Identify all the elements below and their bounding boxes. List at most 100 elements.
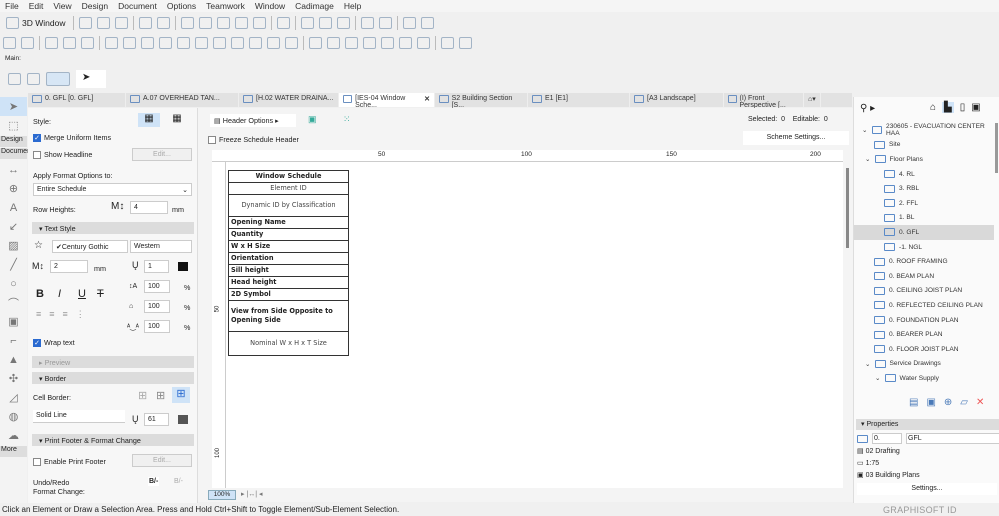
line-tool-icon[interactable]: ╱ (0, 255, 27, 274)
gravity-icon[interactable] (141, 36, 154, 49)
document-section[interactable]: Documer (0, 148, 29, 159)
dynamic-id-cell[interactable]: Dynamic ID by Classification (228, 194, 349, 217)
properties-section[interactable]: ▾ Properties (856, 419, 999, 430)
navigator-item[interactable]: -1. NGL (854, 240, 994, 255)
eye-icon[interactable] (253, 16, 267, 29)
navigator-scrollbar[interactable] (995, 123, 998, 173)
selection-icon[interactable] (301, 16, 315, 29)
menu-cadimage[interactable]: Cadimage (290, 0, 339, 12)
line-spacing-input[interactable]: 100 (144, 320, 170, 333)
close-tab-icon[interactable]: ✕ (424, 95, 430, 103)
trace-icon[interactable] (177, 36, 190, 49)
preview-section[interactable]: ▸ Preview (32, 356, 194, 368)
navigator-item[interactable]: ⌄ Service Drawings (854, 357, 994, 372)
width-factor-input[interactable]: 100 (144, 280, 170, 293)
spacing-input[interactable]: 100 (144, 300, 170, 313)
pencil-icon[interactable] (195, 36, 208, 49)
apply-to-select[interactable]: Entire Schedule ⌄ (33, 183, 192, 196)
navigator-item[interactable]: 0. BEARER PLAN (854, 327, 994, 342)
tab-view[interactable]: [IES-04 Window Sche... ✕ (339, 93, 435, 109)
box-icon[interactable] (97, 16, 111, 29)
arrow-tool-icon[interactable]: ➤ (0, 97, 27, 116)
level-tool-icon[interactable]: ⊕ (0, 179, 27, 198)
filter-icon[interactable] (181, 16, 195, 29)
checkbox[interactable] (208, 135, 216, 144)
text-style-section[interactable]: ▾ Text Style (32, 222, 194, 234)
line-type-select[interactable]: Solid Line (33, 410, 125, 423)
schedule-field-cell[interactable]: Head height (228, 276, 349, 289)
redo-icon[interactable] (21, 36, 34, 49)
schedule-field-cell[interactable]: Sill height (228, 264, 349, 277)
navigator-item[interactable]: 0. ROOF FRAMING (854, 254, 994, 269)
roof-icon[interactable] (417, 36, 430, 49)
hotspot-tool-icon[interactable]: ✣ (0, 369, 27, 388)
view-map-icon[interactable]: ▙ (942, 102, 954, 113)
freeze-header-checkbox[interactable]: Freeze Schedule Header (208, 135, 299, 144)
text-tool-icon[interactable]: A (0, 198, 27, 217)
dimension-tool-icon[interactable]: ↔ (0, 160, 27, 179)
circle-tool-icon[interactable]: ○ (0, 274, 27, 293)
nominal-size-cell[interactable]: Nominal W x H x T Size (228, 331, 349, 356)
project-root[interactable]: ⌄ 230605 - EVACUATION CENTER HAA (854, 123, 994, 138)
schedule-canvas[interactable]: 50 100 Window Schedule Element ID Dynami… (212, 162, 843, 488)
chevron-down-icon[interactable]: ⌄ (865, 155, 871, 163)
show-headline-checkbox[interactable]: Show Headline (33, 150, 92, 159)
render-icon[interactable] (421, 16, 435, 29)
paint-icon[interactable] (361, 16, 375, 29)
view-icon[interactable] (79, 16, 93, 29)
name-input[interactable]: GFL (906, 433, 999, 444)
fit-width-icon[interactable]: ▸ |↔| ◂ (241, 490, 263, 498)
menu-file[interactable]: File (0, 0, 24, 12)
pen-input[interactable]: 1 (144, 260, 169, 273)
tab-view[interactable]: 0. GFL [0. GFL] (28, 93, 126, 107)
settings-folder-icon[interactable]: ▱ (960, 397, 968, 408)
redo-format-button[interactable]: B/- (173, 477, 184, 486)
header-options-button[interactable]: ▤ Header Options ▸ (210, 114, 296, 127)
magic-wand-icon[interactable] (45, 36, 58, 49)
rotate-view-icon[interactable] (46, 72, 70, 86)
layers-icon[interactable] (277, 16, 291, 29)
scheme-settings-button[interactable]: Scheme Settings... (743, 131, 849, 145)
new-folder-icon[interactable]: ⊕ (944, 397, 952, 408)
split-cells-icon[interactable]: ⁙ (343, 114, 351, 125)
menu-help[interactable]: Help (339, 0, 366, 12)
navigator-item[interactable]: 0. REFLECTED CEILING PLAN (854, 298, 994, 313)
border-vertical-icon[interactable]: ⊞ (156, 389, 165, 402)
intersect-icon[interactable] (399, 36, 412, 49)
menu-teamwork[interactable]: Teamwork (201, 0, 250, 12)
elevation-tool-icon[interactable]: ▲ (0, 350, 27, 369)
marquee-tool-icon[interactable]: ⬚ (0, 116, 27, 135)
checkbox[interactable] (33, 150, 41, 159)
text-size-input[interactable]: 2 (50, 260, 88, 273)
menu-window[interactable]: Window (250, 0, 290, 12)
schedule-field-cell[interactable]: Quantity (228, 228, 349, 241)
checkbox[interactable] (33, 457, 41, 466)
navigator-item[interactable]: 3. RBL (854, 181, 994, 196)
worksheet-tool-icon[interactable]: ◿ (0, 388, 27, 407)
layout-book-icon[interactable]: ▯ (960, 102, 966, 113)
border-color-swatch[interactable] (178, 415, 188, 424)
menu-options[interactable]: Options (162, 0, 201, 12)
settings-button[interactable]: Settings... (857, 483, 997, 495)
checkbox[interactable]: ✓ (33, 133, 41, 142)
delete-icon[interactable]: ✕ (976, 397, 984, 408)
lock-icon[interactable] (285, 36, 298, 49)
underline-button[interactable]: U (78, 288, 86, 300)
inject-icon[interactable] (81, 36, 94, 49)
edit-headline-button[interactable]: Edit... (132, 148, 192, 161)
tab-view[interactable]: [H.02 WATER DRAINA... (239, 93, 339, 107)
schedule-field-cell[interactable]: W x H Size (228, 240, 349, 253)
figure-tool-icon[interactable]: ◍ (0, 407, 27, 426)
chevron-down-icon[interactable]: ⌄ (865, 360, 871, 368)
view-cell[interactable]: View from Side Opposite to Opening Side (228, 300, 349, 332)
zoom-level-field[interactable]: 100% (208, 490, 236, 500)
renovation-icon[interactable] (337, 16, 351, 29)
tab-list-button[interactable]: ⌂▾ (804, 93, 821, 107)
solid-ops-icon[interactable] (441, 36, 454, 49)
graphic-override-icon[interactable] (319, 16, 333, 29)
scale-field[interactable]: ▭ 1:75 (857, 459, 879, 467)
wrap-text-checkbox[interactable]: ✓ Wrap text (33, 338, 75, 347)
navigator-item[interactable]: 0. BEAM PLAN (854, 269, 994, 284)
navigator-item[interactable]: ⌄ Water Supply (854, 371, 994, 386)
curve-icon[interactable] (381, 36, 394, 49)
